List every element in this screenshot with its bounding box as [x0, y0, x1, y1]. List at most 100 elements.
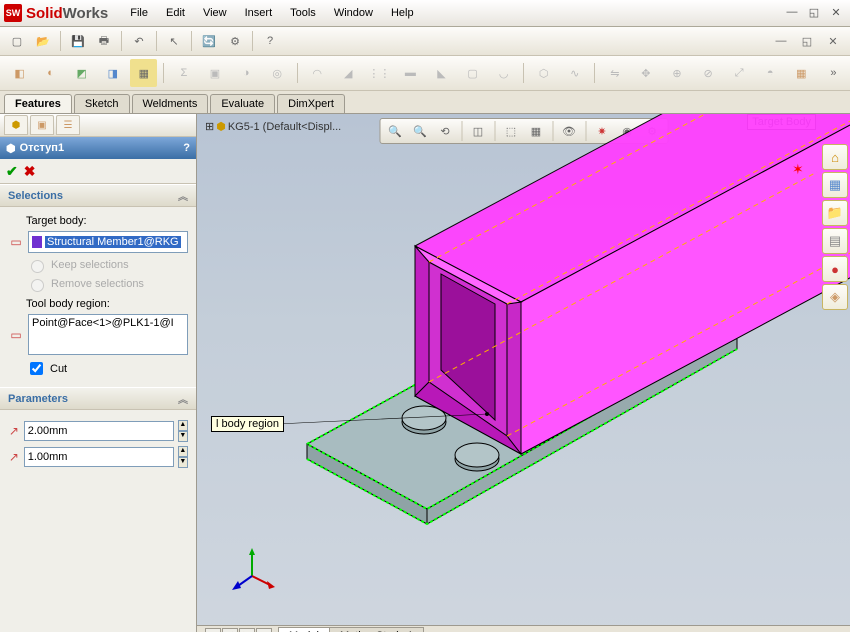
feature-icon: ⬢	[6, 142, 16, 155]
property-manager-tab-icon[interactable]: ▣	[30, 115, 54, 135]
param2-spinner[interactable]: ▲▼	[178, 446, 188, 468]
feature-insert-icon[interactable]: ▦	[788, 59, 815, 87]
body-swatch-icon	[32, 236, 42, 248]
open-button[interactable]: 📂	[32, 30, 54, 52]
feature-manager-tab-icon[interactable]: ⬢	[4, 115, 28, 135]
model-render: ✶	[197, 114, 850, 624]
feature-shell-icon: ▢	[459, 59, 486, 87]
undo-button[interactable]: ↶	[128, 30, 150, 52]
menu-file[interactable]: File	[122, 4, 156, 22]
standard-toolbar: ▢ 📂 💾 🖶 ↶ ↖ 🔄 ⚙ ? — ◱ ✕	[0, 27, 850, 56]
param1-spinner[interactable]: ▲▼	[178, 420, 188, 442]
spin-down-icon[interactable]: ▼	[178, 431, 188, 442]
design-library-icon[interactable]: ▦	[822, 172, 848, 198]
tab-next-icon[interactable]: ▶	[239, 628, 255, 632]
parameters-group-header[interactable]: Parameters ︽	[0, 387, 196, 410]
select-button[interactable]: ↖	[163, 30, 185, 52]
collapse-icon: ︽	[178, 391, 188, 406]
tab-sketch[interactable]: Sketch	[74, 94, 130, 113]
menu-view[interactable]: View	[195, 4, 235, 22]
tab-weldments[interactable]: Weldments	[132, 94, 209, 113]
param2-input[interactable]	[24, 447, 174, 467]
tool-body-value: Point@Face<1>@PLK1-1@I	[32, 317, 174, 329]
doc-minimize-icon[interactable]: —	[770, 30, 792, 52]
feature-sweep-icon[interactable]: ◩	[68, 59, 95, 87]
feature-rib-icon: ▬	[397, 59, 424, 87]
close-icon[interactable]: ✕	[828, 4, 844, 20]
spin-up-icon[interactable]: ▲	[178, 446, 188, 457]
tab-evaluate[interactable]: Evaluate	[210, 94, 275, 113]
tab-prev-icon[interactable]: ◀	[222, 628, 238, 632]
feature-cut-extrude-icon: ▣	[201, 59, 228, 87]
tab-model[interactable]: Model	[278, 627, 330, 632]
spin-up-icon[interactable]: ▲	[178, 420, 188, 431]
print-button[interactable]: 🖶	[93, 30, 115, 52]
graphics-viewport[interactable]: 🔍 🔍 ⟲ ◫ ⬚ ▦ 👁 ✷ ◉ ⚙ ⊞ ⬢ KG5-1 (Default<D…	[197, 114, 850, 632]
app-title: SolidWorks	[26, 5, 108, 22]
orientation-triad[interactable]	[227, 546, 277, 596]
rebuild-button[interactable]: 🔄	[198, 30, 220, 52]
configuration-manager-tab-icon[interactable]: ☰	[56, 115, 80, 135]
target-body-label: Target body:	[26, 215, 188, 227]
feature-cut-revolve-icon: ◑	[233, 59, 260, 87]
svg-text:✶: ✶	[792, 161, 804, 177]
feature-hole-icon: ◎	[264, 59, 291, 87]
file-explorer-icon[interactable]: 📁	[822, 200, 848, 226]
new-button[interactable]: ▢	[6, 30, 28, 52]
feature-revolve-icon[interactable]: ◐	[37, 59, 64, 87]
menu-insert[interactable]: Insert	[237, 4, 281, 22]
body: ⬢ ▣ ☰ ⬢ Отступ1 ? ✔ ✖ Selections ︽ Targe…	[0, 114, 850, 632]
feature-boundary-icon[interactable]: ▦	[130, 59, 157, 87]
tab-features[interactable]: Features	[4, 94, 72, 113]
tool-body-selection[interactable]: Point@Face<1>@PLK1-1@I	[28, 314, 188, 355]
separator	[60, 31, 61, 51]
property-manager-header: ⬢ Отступ1 ?	[0, 137, 196, 159]
menu-window[interactable]: Window	[326, 4, 381, 22]
tool-body-region-tooltip: l body region	[211, 416, 284, 432]
feature-scale-icon: ⤢	[726, 59, 753, 87]
feature-combine-icon: ⊕	[663, 59, 690, 87]
selections-group-header[interactable]: Selections ︽	[0, 184, 196, 207]
tab-motion-study[interactable]: Motion Study 1	[329, 627, 424, 632]
feature-geometry-icon: ⬡	[530, 59, 557, 87]
parameters-group-body: ↗ ▲▼ ↗ ▲▼	[0, 410, 196, 478]
remove-selections-label: Remove selections	[51, 278, 144, 290]
feature-sigma-icon: Σ	[170, 59, 197, 87]
target-body-selection[interactable]: Structural Member1@RKG	[28, 231, 188, 253]
menu-bar: File Edit View Insert Tools Window Help	[122, 4, 421, 22]
help-button[interactable]: ?	[259, 30, 281, 52]
menu-edit[interactable]: Edit	[158, 4, 193, 22]
feature-fillet-icon: ◠	[304, 59, 331, 87]
solidworks-resources-icon[interactable]: ⌂	[822, 144, 848, 170]
cancel-button[interactable]: ✖	[24, 163, 36, 180]
minimize-icon[interactable]: —	[784, 4, 800, 20]
feature-loft-icon[interactable]: ◨	[99, 59, 126, 87]
pm-help-icon[interactable]: ?	[183, 142, 190, 154]
view-palette-icon[interactable]: ▤	[822, 228, 848, 254]
cut-checkbox[interactable]	[30, 362, 43, 375]
tab-last-icon[interactable]: ⏭	[256, 628, 272, 632]
tool-body-icon: ▭	[8, 327, 24, 343]
property-manager-title: Отступ1	[20, 142, 64, 154]
feature-extrude-icon[interactable]: ◧	[6, 59, 33, 87]
expand-toolbar-icon[interactable]: »	[823, 62, 844, 84]
restore-icon[interactable]: ◱	[806, 4, 822, 20]
selections-label: Selections	[8, 190, 63, 202]
tab-dimxpert[interactable]: DimXpert	[277, 94, 345, 113]
menu-tools[interactable]: Tools	[282, 4, 324, 22]
spin-down-icon[interactable]: ▼	[178, 457, 188, 468]
tab-first-icon[interactable]: ⏮	[205, 628, 221, 632]
custom-props-icon[interactable]: ◈	[822, 284, 848, 310]
cut-checkbox-row[interactable]: Cut	[26, 359, 188, 378]
appearances-icon[interactable]: ●	[822, 256, 848, 282]
options-button[interactable]: ⚙	[224, 30, 246, 52]
pm-confirm-row: ✔ ✖	[0, 159, 196, 184]
save-button[interactable]: 💾	[67, 30, 89, 52]
ok-button[interactable]: ✔	[6, 163, 18, 180]
remove-selections-input	[31, 279, 44, 292]
separator	[523, 63, 524, 83]
menu-help[interactable]: Help	[383, 4, 422, 22]
doc-restore-icon[interactable]: ◱	[796, 30, 818, 52]
param1-input[interactable]	[24, 421, 174, 441]
doc-close-icon[interactable]: ✕	[822, 30, 844, 52]
